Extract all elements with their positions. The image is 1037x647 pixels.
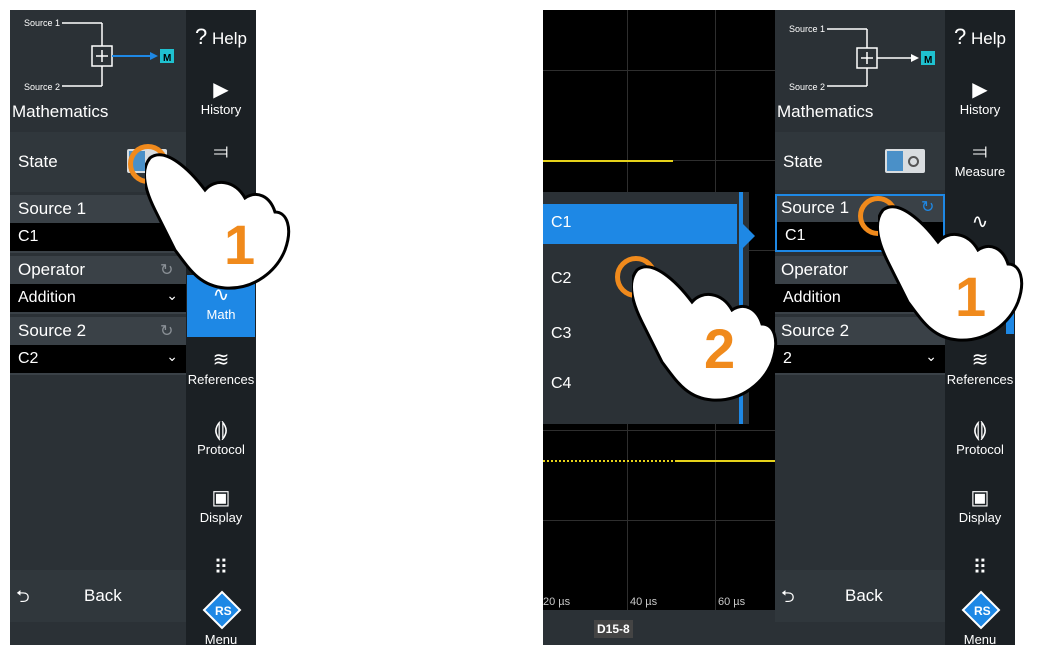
source1-label: Source 1 <box>781 198 850 217</box>
diagram-output-label: M <box>924 55 932 66</box>
rs-logo-icon: RS <box>202 590 242 630</box>
panel-title: Mathematics <box>777 102 874 121</box>
source2-label: Source 2 <box>18 321 87 340</box>
popup-item[interactable]: C1 <box>551 214 571 232</box>
references-icon: ≋ <box>212 349 230 371</box>
protocol-icon: ⟬⟭ <box>213 419 229 441</box>
display-button[interactable]: ▣ Display <box>946 486 1014 525</box>
hand-pointer-icon <box>878 205 1024 342</box>
operator-label: Operator <box>781 260 849 279</box>
display-icon: ▣ <box>211 487 231 509</box>
help-button[interactable]: ? Help <box>187 24 255 50</box>
measure-button[interactable]: ⫤ Measure <box>946 140 1014 179</box>
step-number: 2 <box>704 317 736 380</box>
popup-item[interactable]: C2 <box>551 270 571 288</box>
display-button[interactable]: ▣ Display <box>187 486 255 525</box>
references-button[interactable]: ≋ References <box>187 348 255 387</box>
svg-text:RS: RS <box>974 604 991 618</box>
history-button[interactable]: ▶ History <box>187 78 255 117</box>
help-button[interactable]: ? Help <box>946 24 1014 50</box>
reset-icon[interactable]: ↻ <box>160 321 173 341</box>
operator-label: Operator <box>18 260 86 279</box>
math-block-diagram: Source 1 Source 2 M <box>789 24 935 92</box>
play-icon: ▶ <box>213 79 229 101</box>
protocol-icon: ⟬⟭ <box>972 419 988 441</box>
math-block-diagram: Source 1 Source 2 M <box>24 18 174 92</box>
protocol-button[interactable]: ⟬⟭ Protocol <box>187 418 255 457</box>
state-toggle[interactable] <box>885 149 925 173</box>
display-icon: ▣ <box>970 487 990 509</box>
apps-button[interactable]: ⠿ <box>946 556 1014 580</box>
protocol-button[interactable]: ⟬⟭ Protocol <box>946 418 1014 457</box>
help-icon: ? <box>195 24 208 49</box>
state-label: State <box>18 152 58 171</box>
source2-select[interactable]: C2 ⌄ <box>10 345 186 373</box>
state-label: State <box>783 152 823 171</box>
play-icon: ▶ <box>972 79 988 101</box>
diagram-source2-label: Source 2 <box>789 82 825 92</box>
popup-item[interactable]: C3 <box>551 325 571 343</box>
back-label: Back <box>84 586 122 605</box>
apps-grid-icon: ⠿ <box>972 557 988 579</box>
diagram-source1-label: Source 1 <box>789 24 825 34</box>
state-row[interactable]: State <box>775 132 945 190</box>
trace-line <box>543 460 673 462</box>
help-icon: ? <box>954 24 967 49</box>
menu-button[interactable]: RS Menu <box>187 590 255 647</box>
source2-label: Source 2 <box>781 321 850 340</box>
svg-text:RS: RS <box>215 604 232 618</box>
history-button[interactable]: ▶ History <box>946 78 1014 117</box>
diagram-source2-label: Source 2 <box>24 82 60 92</box>
diagram-output-label: M <box>163 53 171 64</box>
time-tick: 60 µs <box>718 596 746 608</box>
back-icon: ⮌ <box>781 587 795 606</box>
back-button[interactable]: ⮌ Back <box>10 570 186 622</box>
apps-button[interactable]: ⠿ <box>187 556 255 580</box>
trace-line <box>543 160 673 162</box>
step-number: 1 <box>955 265 987 328</box>
references-button[interactable]: ≋ References <box>946 348 1014 387</box>
popup-item[interactable]: C4 <box>551 375 571 393</box>
time-tick: 20 µs <box>543 596 571 608</box>
source2-row[interactable]: Source 2 ↻ C2 ⌄ <box>10 317 186 375</box>
diagram-source1-label: Source 1 <box>24 18 60 28</box>
hand-pointer-icon <box>145 153 291 290</box>
popup-item-selected[interactable] <box>543 204 737 244</box>
source1-label: Source 1 <box>18 199 87 218</box>
popup-pointer-icon <box>743 224 755 248</box>
trace-line <box>675 460 775 462</box>
left-math-panel: Source 1 Source 2 M Mathematics State So… <box>10 10 186 645</box>
time-tick: 40 µs <box>630 596 658 608</box>
digital-channel-tab[interactable]: D15-8 <box>594 620 633 638</box>
back-button[interactable]: ⮌ Back <box>775 570 945 622</box>
rs-logo-icon: RS <box>961 590 1001 630</box>
bottom-bar <box>543 610 775 645</box>
apps-grid-icon: ⠿ <box>213 557 229 579</box>
menu-button[interactable]: RS Menu <box>946 590 1014 647</box>
measure-icon: ⫤ <box>972 141 988 163</box>
chevron-down-icon: ⌄ <box>166 348 178 364</box>
panel-title: Mathematics <box>12 102 109 121</box>
step-number: 1 <box>224 213 256 276</box>
back-icon: ⮌ <box>16 587 30 606</box>
back-label: Back <box>845 586 883 605</box>
left-nav-sidebar: ? Help ▶ History ⫤ ∿ Math ≋ References ⟬⟭ Pr… <box>186 10 256 647</box>
